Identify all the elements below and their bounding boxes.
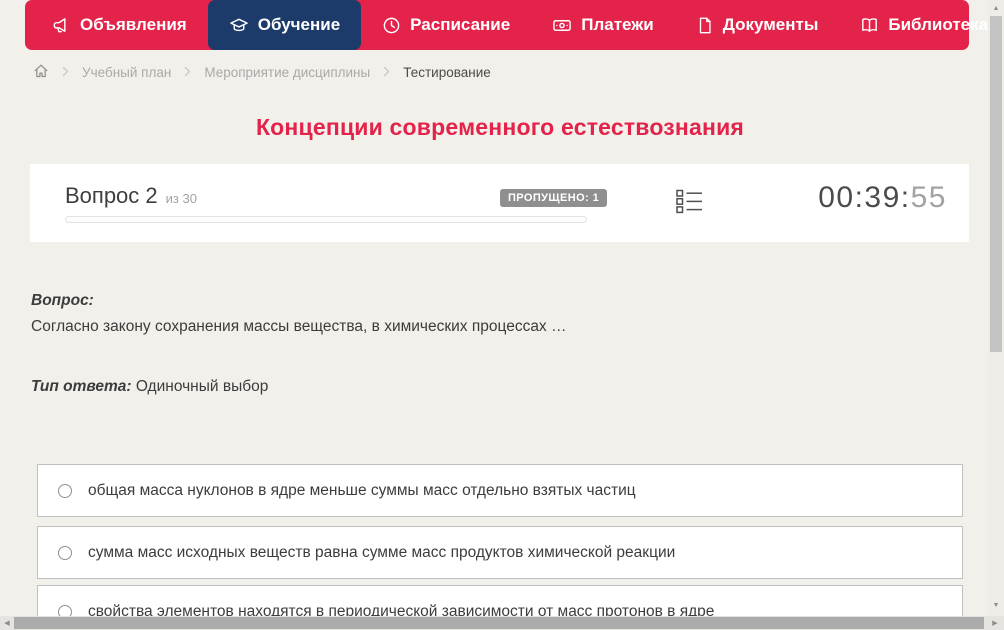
scroll-left-arrow-icon[interactable]: ◀ [0, 616, 14, 630]
skipped-badge: ПРОПУЩЕНО: 1 [500, 189, 608, 207]
question-number: Вопрос 2 из 30 [65, 183, 197, 209]
test-progress-bar [65, 216, 587, 223]
scroll-right-arrow-icon[interactable]: ▶ [988, 616, 1002, 630]
nav-item-label: Платежи [581, 15, 654, 34]
answer-option-label: сумма масс исходных веществ равна сумме … [88, 543, 676, 561]
vertical-scrollbar: ▲ ▼ [988, 0, 1004, 616]
breadcrumb-item-testing: Тестирование [403, 64, 491, 80]
banknote-icon [552, 16, 572, 35]
radio-button[interactable] [58, 483, 72, 498]
horizontal-scrollbar [0, 616, 1004, 630]
nav-item-label: Расписание [410, 15, 511, 34]
nav-item-schedule[interactable]: Расписание [361, 0, 531, 50]
answer-type-row: Тип ответа: Одиночный выбор [31, 378, 268, 396]
graduation-cap-icon [229, 16, 249, 35]
answer-type-label: Тип ответа: [31, 378, 132, 395]
answer-option-label: общая масса нуклонов в ядре меньше суммы… [88, 481, 636, 499]
page-title: Концепции современного естествознания [255, 114, 745, 140]
nav-item-learning[interactable]: Обучение [207, 0, 362, 50]
breadcrumb-separator-icon [62, 65, 69, 80]
question-list-button[interactable] [676, 189, 704, 215]
open-book-icon [860, 16, 879, 35]
home-icon[interactable] [33, 63, 49, 82]
main-navbar: Объявления Обучение Расписание Платежи Д… [25, 0, 1004, 50]
answer-option-2[interactable]: сумма масс исходных веществ равна сумме … [37, 526, 963, 579]
scroll-down-arrow-icon[interactable]: ▼ [988, 598, 1004, 612]
nav-item-label: Обучение [257, 15, 341, 34]
breadcrumb: Учебный план Мероприятие дисциплины Тест… [33, 62, 491, 82]
breadcrumb-separator-icon [383, 65, 390, 80]
answer-option-1[interactable]: общая масса нуклонов в ядре меньше суммы… [37, 464, 963, 517]
nav-item-documents[interactable]: Документы [675, 0, 840, 50]
breadcrumb-separator-icon [184, 65, 191, 80]
question-header-card: Вопрос 2 из 30 ПРОПУЩЕНО: 1 00:39:55 [30, 164, 969, 242]
timer-seconds: 55 [910, 181, 947, 214]
nav-item-announcements[interactable]: Объявления [31, 0, 208, 50]
question-number-label: Вопрос 2 [65, 183, 158, 208]
timer-hours-minutes: 00:39: [818, 181, 911, 214]
breadcrumb-item-curriculum[interactable]: Учебный план [82, 65, 171, 80]
countdown-timer: 00:39:55 [818, 181, 947, 215]
megaphone-icon [52, 16, 71, 35]
nav-item-label: Библиотека [888, 15, 989, 34]
nav-item-label: Объявления [80, 15, 187, 34]
test-page: Объявления Обучение Расписание Платежи Д… [0, 0, 1004, 630]
horizontal-scrollbar-thumb[interactable] [14, 617, 984, 629]
nav-item-label: Документы [722, 15, 819, 34]
nav-item-payments[interactable]: Платежи [531, 0, 675, 50]
nav-item-library[interactable]: Библиотека [839, 0, 1004, 50]
question-label: Вопрос: [31, 292, 94, 309]
answer-type-value: Одиночный выбор [135, 378, 269, 395]
checklist-icon [676, 189, 703, 218]
vertical-scrollbar-thumb[interactable] [990, 16, 1002, 352]
question-text: Согласно закону сохранения массы веществ… [31, 318, 567, 335]
breadcrumb-item-discipline-event[interactable]: Мероприятие дисциплины [204, 65, 370, 80]
question-total-label: из 30 [165, 191, 197, 206]
scroll-up-arrow-icon[interactable]: ▲ [988, 1, 1004, 15]
radio-button[interactable] [58, 545, 72, 560]
clock-icon [382, 16, 401, 35]
document-icon [696, 16, 714, 35]
